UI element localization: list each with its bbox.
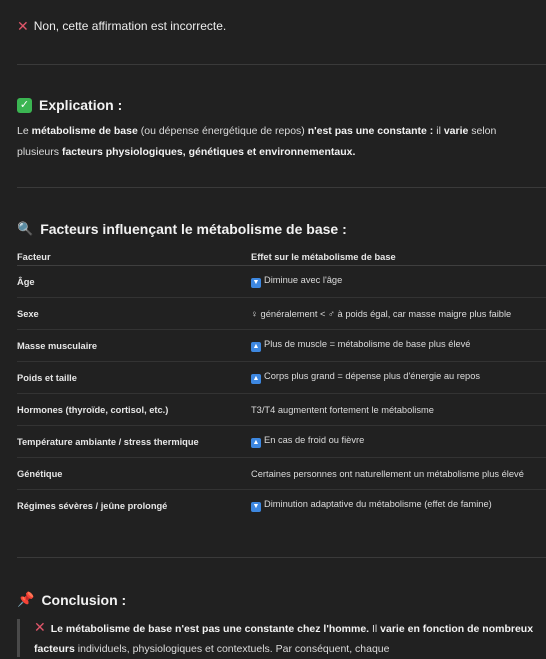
magnifying-glass-icon: 🔍 xyxy=(17,221,34,236)
explication-heading-text: Explication : xyxy=(39,97,123,113)
text: individuels, physiologiques et contextue… xyxy=(74,643,390,655)
facteurs-heading-text: Facteurs influençant le métabolisme de b… xyxy=(40,221,347,237)
cross-mark-icon: ✕ xyxy=(34,619,46,635)
effet-text: En cas de froid ou fièvre xyxy=(264,435,365,445)
effet-cell: ▼ Diminution adaptative du métabolisme (e… xyxy=(251,490,546,522)
check-box-icon: ✓ xyxy=(17,97,32,113)
effet-text: Plus de muscle = métabolisme de base plu… xyxy=(264,339,471,349)
text: (ou dépense énergétique de repos) xyxy=(137,125,308,137)
facteur-cell: Température ambiante / stress thermique xyxy=(17,425,251,458)
verdict-text: Non, cette affirmation est incorrecte. xyxy=(33,19,227,33)
bold-text: facteurs physiologiques, génétiques et e… xyxy=(61,146,356,158)
table-row: Âge ▼ Diminue avec l'âge xyxy=(17,265,546,298)
bold-text: varie xyxy=(443,125,469,137)
down-arrow-icon: ▼ xyxy=(251,502,261,512)
up-arrow-icon: ▲ xyxy=(251,374,261,384)
facteur-cell: Sexe xyxy=(17,297,251,330)
effet-text: Corps plus grand = dépense plus d'énergi… xyxy=(264,371,481,381)
facteur-cell: Âge xyxy=(17,265,251,298)
conclusion-heading: 📌 Conclusion : xyxy=(17,591,126,608)
text: Il xyxy=(369,623,381,635)
facteur-cell: Régimes sévères / jeûne prolongé xyxy=(17,500,168,511)
table-row: Sexe ♀ généralement < ♂ à poids égal, car… xyxy=(17,297,546,330)
column-header-effet: Effet sur le métabolisme de base xyxy=(251,248,546,266)
effet-cell: ▲ En cas de froid ou fièvre xyxy=(251,425,546,458)
explication-heading: ✓ Explication : xyxy=(17,97,122,113)
table-row: Poids et taille ▲ Corps plus grand = dépen… xyxy=(17,361,546,394)
bold-text: Le métabolisme de base n'est pas une con… xyxy=(50,623,370,635)
explication-paragraph: Le métabolisme de base (ou dépense énerg… xyxy=(17,121,527,163)
divider xyxy=(17,557,546,558)
pushpin-icon: 📌 xyxy=(17,591,35,607)
table-row: Température ambiante / stress thermique ▲… xyxy=(17,425,546,458)
table-row: Masse musculaire ▲ Plus de muscle = métabo… xyxy=(17,329,546,362)
effet-cell: ♀ généralement < ♂ à poids égal, car mas… xyxy=(251,297,546,330)
column-header-facteur: Facteur xyxy=(17,248,251,266)
effet-text: Diminution adaptative du métabolisme (ef… xyxy=(264,499,492,509)
text: Le xyxy=(17,125,32,137)
facteur-cell: Hormones (thyroïde, cortisol, etc.) xyxy=(17,393,251,426)
effet-cell: ▲ Corps plus grand = dépense plus d'énerg… xyxy=(251,361,546,394)
divider xyxy=(17,64,546,65)
divider xyxy=(17,187,546,188)
effet-text: Certaines personnes ont naturellement un… xyxy=(251,468,524,479)
effet-text: ♀ généralement < ♂ à poids égal, car mas… xyxy=(251,308,512,319)
effet-text: T3/T4 augmentent fortement le métabolism… xyxy=(251,404,434,415)
cross-mark-icon: ✕ xyxy=(17,18,29,34)
facteurs-heading: 🔍 Facteurs influençant le métabolisme de… xyxy=(17,221,347,237)
table-row: Hormones (thyroïde, cortisol, etc.) T3/T4… xyxy=(17,393,546,426)
up-arrow-icon: ▲ xyxy=(251,342,261,352)
effet-cell: ▼ Diminue avec l'âge xyxy=(251,265,546,298)
table-header-row: Facteur Effet sur le métabolisme de base xyxy=(17,248,546,266)
verdict-line: ✕ Non, cette affirmation est incorrecte. xyxy=(17,19,226,33)
table-row: Génétique Certaines personnes ont naturel… xyxy=(17,457,546,490)
down-arrow-icon: ▼ xyxy=(251,278,261,288)
facteurs-table: Facteur Effet sur le métabolisme de base… xyxy=(17,248,546,521)
text: il xyxy=(433,125,444,137)
effet-cell: ▲ Plus de muscle = métabolisme de base pl… xyxy=(251,329,546,362)
bold-text: n'est pas une constante : xyxy=(307,125,434,137)
effet-cell: Certaines personnes ont naturellement un… xyxy=(251,457,546,490)
effet-cell: T3/T4 augmentent fortement le métabolism… xyxy=(251,393,546,426)
facteur-cell: Poids et taille xyxy=(17,361,251,394)
conclusion-quote: ✕ Le métabolisme de base n'est pas une co… xyxy=(17,619,546,657)
conclusion-heading-text: Conclusion : xyxy=(41,591,127,608)
facteur-cell: Génétique xyxy=(17,457,251,490)
facteur-cell: Masse musculaire xyxy=(17,329,251,362)
up-arrow-icon: ▲ xyxy=(251,438,261,448)
bold-text: métabolisme de base xyxy=(31,125,138,137)
table-row: Régimes sévères / jeûne prolongé ▼ Diminut… xyxy=(17,490,546,522)
effet-text: Diminue avec l'âge xyxy=(264,275,343,285)
